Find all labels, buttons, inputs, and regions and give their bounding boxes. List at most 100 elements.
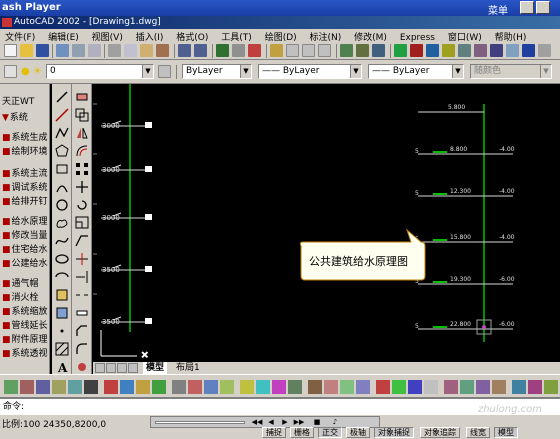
flash-menu-button[interactable]: 菜单 xyxy=(488,2,508,17)
properties-icon[interactable] xyxy=(340,44,353,57)
redo-icon[interactable] xyxy=(194,44,207,57)
left-menu-item[interactable]: ■调试系统 xyxy=(2,180,48,193)
menu-format[interactable]: 格式(O) xyxy=(171,29,213,42)
tool-icon[interactable] xyxy=(408,380,422,394)
tool-icon[interactable] xyxy=(136,380,150,394)
close-button[interactable] xyxy=(536,1,550,14)
hatch-icon[interactable] xyxy=(55,342,69,356)
tool-icon-3[interactable] xyxy=(490,44,503,57)
menu-edit[interactable]: 编辑(E) xyxy=(43,29,84,42)
snap-from-icon[interactable] xyxy=(232,44,245,57)
menu-window[interactable]: 窗口(W) xyxy=(443,29,487,42)
left-menu-item[interactable]: ■给排开钉 xyxy=(2,194,48,207)
left-menu-item[interactable]: ■绘制环境 xyxy=(2,144,48,157)
hyperlink-icon[interactable] xyxy=(216,44,229,57)
tool-icon[interactable] xyxy=(52,380,66,394)
tool-icon[interactable] xyxy=(528,380,542,394)
left-menu-item[interactable]: ■公建给水 xyxy=(2,256,48,269)
menu-insert[interactable]: 插入(I) xyxy=(131,29,169,42)
status-ortho[interactable]: 正交 xyxy=(318,427,342,438)
left-menu-item[interactable]: ■系统生成 xyxy=(2,130,48,143)
tab-layout1[interactable]: 布局1 xyxy=(173,362,203,374)
polygon-icon[interactable] xyxy=(55,144,69,158)
minimize-button[interactable] xyxy=(520,1,534,14)
save-icon[interactable] xyxy=(36,44,49,57)
scale-icon[interactable] xyxy=(75,216,89,230)
array-icon[interactable] xyxy=(75,162,89,176)
zoom-window-icon[interactable] xyxy=(302,44,315,57)
left-menu-item[interactable]: ■消火栓 xyxy=(2,290,39,303)
tool-icon[interactable] xyxy=(324,380,338,394)
tool-icon[interactable] xyxy=(356,380,370,394)
undo-icon[interactable] xyxy=(178,44,191,57)
left-menu-item[interactable]: ■住宅给水 xyxy=(2,242,48,255)
tool-icon[interactable] xyxy=(152,380,166,394)
linetype-select[interactable]: —— ByLayer ▼ xyxy=(258,64,362,79)
break-icon[interactable] xyxy=(75,288,89,302)
erase-icon[interactable] xyxy=(75,90,89,104)
tool-icon-5[interactable] xyxy=(538,44,551,57)
drawing-canvas[interactable]: 3000 3000 3000 3500 3500 ✕ 5.800 8.800 1… xyxy=(93,84,560,362)
tool-icon[interactable] xyxy=(36,380,50,394)
tool-icon[interactable] xyxy=(120,380,134,394)
ucs-icon[interactable] xyxy=(248,44,261,57)
ellipse-arc-icon[interactable] xyxy=(55,270,69,284)
seek-slider[interactable] xyxy=(155,421,245,424)
tool-icon[interactable] xyxy=(68,380,82,394)
left-menu-item[interactable]: ■修改当量 xyxy=(2,228,48,241)
point-icon[interactable] xyxy=(55,324,69,338)
red-tool-icon[interactable] xyxy=(410,44,423,57)
design-center-icon[interactable] xyxy=(356,44,369,57)
menu-draw[interactable]: 绘图(D) xyxy=(260,29,302,42)
publish-icon[interactable] xyxy=(88,44,101,57)
status-snap[interactable]: 捕捉 xyxy=(262,427,286,438)
join-icon[interactable] xyxy=(75,306,89,320)
layer-select[interactable]: 0 ▼ xyxy=(46,64,154,79)
help-icon[interactable] xyxy=(522,44,535,57)
tool-icon[interactable] xyxy=(172,380,186,394)
revcloud-icon[interactable] xyxy=(55,216,69,230)
tool-icon-4[interactable] xyxy=(506,44,519,57)
tool-icon[interactable] xyxy=(424,380,438,394)
status-model[interactable]: 模型 xyxy=(494,427,518,438)
tool-icon-2[interactable] xyxy=(474,44,487,57)
tool-icon[interactable] xyxy=(308,380,322,394)
tool-icon[interactable] xyxy=(288,380,302,394)
fillet-icon[interactable] xyxy=(75,342,89,356)
rewind-icon[interactable]: ◀◀ xyxy=(251,417,263,427)
pan-icon[interactable] xyxy=(270,44,283,57)
step-back-icon[interactable]: ◀ xyxy=(265,417,277,427)
first-tab-icon[interactable] xyxy=(95,363,105,373)
tool-icon-1[interactable] xyxy=(458,44,471,57)
tool-icon[interactable] xyxy=(340,380,354,394)
play-icon[interactable]: ▶ xyxy=(279,417,291,427)
layer-freeze-icon[interactable]: ☀ xyxy=(33,66,42,77)
status-lweight[interactable]: 线宽 xyxy=(466,427,490,438)
tool-icon[interactable] xyxy=(104,380,118,394)
tool-icon[interactable] xyxy=(460,380,474,394)
tool-icon[interactable] xyxy=(20,380,34,394)
offset-icon[interactable] xyxy=(75,144,89,158)
tab-model[interactable]: 模型 xyxy=(143,362,168,374)
tool-icon[interactable] xyxy=(256,380,270,394)
tool-icon[interactable] xyxy=(84,380,98,394)
mirror-icon[interactable] xyxy=(75,126,89,140)
copy-object-icon[interactable] xyxy=(75,108,89,122)
step-forward-icon[interactable]: ▶▶ xyxy=(293,417,305,427)
circle-icon[interactable] xyxy=(55,198,69,212)
mtext-icon[interactable]: A xyxy=(55,360,69,374)
left-menu-item[interactable]: ■管线延长 xyxy=(2,318,48,331)
prev-tab-icon[interactable] xyxy=(106,363,116,373)
status-otrack[interactable]: 对象追踪 xyxy=(420,427,460,438)
menu-tools[interactable]: 工具(T) xyxy=(216,29,257,42)
tool-icon[interactable] xyxy=(492,380,506,394)
tool-icon[interactable] xyxy=(240,380,254,394)
left-menu-item[interactable]: ▼系统 xyxy=(2,110,28,123)
menu-file[interactable]: 文件(F) xyxy=(0,29,40,42)
polyline-icon[interactable] xyxy=(55,126,69,140)
layer-manager-icon[interactable] xyxy=(4,65,17,78)
tool-icon[interactable] xyxy=(220,380,234,394)
arc-icon[interactable] xyxy=(55,180,69,194)
insert-block-icon[interactable] xyxy=(55,288,69,302)
rotate-icon[interactable] xyxy=(75,198,89,212)
